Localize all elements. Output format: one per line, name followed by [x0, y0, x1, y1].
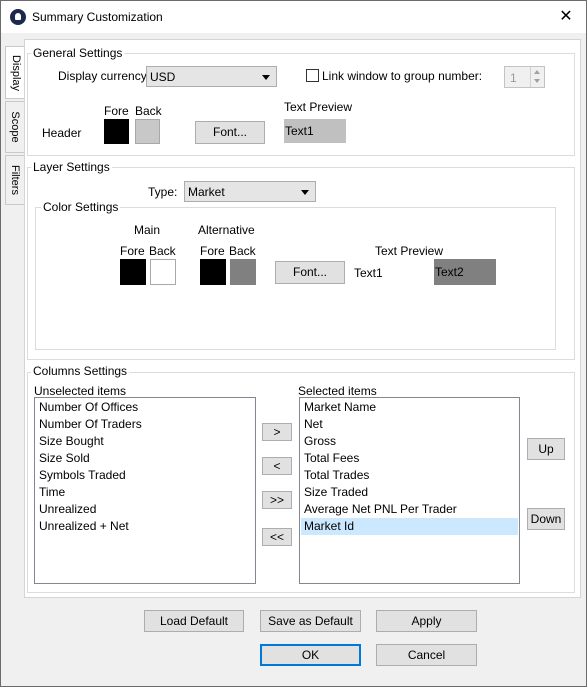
layer-type-value: Market: [188, 185, 225, 199]
layer-preview-text1: Text1: [354, 266, 383, 280]
load-default-button[interactable]: Load Default: [144, 610, 244, 632]
layer-type-select[interactable]: Market: [184, 181, 316, 202]
main-fore-label: Fore: [120, 244, 145, 258]
selected-list-item[interactable]: Size Traded: [304, 484, 368, 501]
chevron-down-icon: [301, 190, 309, 195]
selected-list-item[interactable]: Average Net PNL Per Trader: [304, 501, 457, 518]
group-number-value: 1: [510, 71, 517, 85]
tab-filters-label: Filters: [9, 165, 21, 195]
spin-up-icon[interactable]: [534, 70, 540, 74]
general-settings-label: General Settings: [31, 46, 125, 60]
group-number-spinner[interactable]: 1: [504, 66, 545, 88]
tab-scope[interactable]: Scope: [5, 101, 25, 153]
selected-list-item[interactable]: Market Name: [304, 399, 376, 416]
selected-list-item[interactable]: Market Id: [301, 518, 518, 535]
color-settings-label: Color Settings: [41, 200, 121, 214]
tab-display-label: Display: [9, 54, 22, 91]
main-back-label: Back: [149, 244, 176, 258]
unselected-list-item[interactable]: Size Sold: [39, 450, 90, 467]
layer-type-label: Type:: [148, 185, 178, 199]
header-text-preview-label: Text Preview: [284, 100, 353, 114]
close-icon[interactable]: ✕: [554, 5, 578, 29]
move-right-button[interactable]: >: [262, 423, 292, 441]
tab-display[interactable]: Display: [5, 46, 25, 99]
apply-button[interactable]: Apply: [376, 610, 477, 632]
link-window-label: Link window to group number:: [322, 69, 483, 83]
unselected-list-item[interactable]: Unrealized: [39, 501, 96, 518]
dialog-window: Summary Customization ✕ Display Scope Fi…: [0, 0, 587, 687]
cancel-button[interactable]: Cancel: [376, 644, 477, 666]
unselected-list-item[interactable]: Size Bought: [39, 433, 104, 450]
chevron-down-icon: [262, 75, 270, 80]
unselected-list-item[interactable]: Time: [39, 484, 65, 501]
save-as-default-button[interactable]: Save as Default: [260, 610, 361, 632]
selected-list-item[interactable]: Total Fees: [304, 450, 359, 467]
unselected-items-label: Unselected items: [34, 384, 127, 398]
main-colors-label: Main: [134, 223, 161, 237]
display-currency-label: Display currency:: [58, 69, 151, 83]
layer-font-button[interactable]: Font...: [275, 261, 345, 284]
layer-preview-text2: Text2: [434, 259, 496, 285]
selected-list-item[interactable]: Gross: [304, 433, 336, 450]
selected-list-item[interactable]: Net: [304, 416, 323, 433]
selected-items-label: Selected items: [298, 384, 377, 398]
header-font-button[interactable]: Font...: [195, 121, 265, 144]
unselected-list-item[interactable]: Unrealized + Net: [39, 518, 129, 535]
display-currency-select[interactable]: USD: [146, 66, 277, 87]
selected-list-item[interactable]: Total Trades: [304, 467, 369, 484]
layer-text-preview-label: Text Preview: [375, 244, 444, 258]
unselected-list-item[interactable]: Symbols Traded: [39, 467, 126, 484]
alternative-colors-label: Alternative: [198, 223, 255, 237]
alt-back-label: Back: [229, 244, 256, 258]
columns-settings-label: Columns Settings: [31, 364, 130, 378]
link-window-checkbox[interactable]: [306, 69, 319, 82]
tab-scope-label: Scope: [9, 111, 21, 143]
header-row-label: Header: [42, 126, 82, 140]
layer-settings-label: Layer Settings: [31, 160, 112, 174]
alt-fore-label: Fore: [200, 244, 225, 258]
unselected-list-item[interactable]: Number Of Offices: [39, 399, 138, 416]
header-fore-label: Fore: [104, 104, 129, 118]
alt-back-color-swatch[interactable]: [230, 259, 256, 285]
move-down-button[interactable]: Down: [527, 508, 565, 530]
header-text-preview: Text1: [284, 119, 346, 143]
move-up-button[interactable]: Up: [527, 438, 565, 460]
move-left-button[interactable]: <: [262, 457, 292, 475]
window-title: Summary Customization: [32, 10, 163, 24]
display-currency-value: USD: [150, 70, 176, 84]
move-all-left-button[interactable]: <<: [262, 528, 292, 546]
selected-items-list[interactable]: Market Name Net Gross Total Fees Total Trade…: [299, 397, 520, 584]
move-all-right-button[interactable]: >>: [262, 491, 292, 509]
header-fore-color-swatch[interactable]: [104, 119, 129, 144]
main-back-color-swatch[interactable]: [150, 259, 176, 285]
app-logo-icon: [10, 9, 26, 25]
spinner-buttons[interactable]: [530, 67, 544, 87]
header-back-label: Back: [135, 104, 162, 118]
alt-fore-color-swatch[interactable]: [200, 259, 226, 285]
title-bar: Summary Customization ✕: [1, 1, 586, 33]
main-fore-color-swatch[interactable]: [120, 259, 146, 285]
header-back-color-swatch[interactable]: [135, 119, 160, 144]
unselected-items-list[interactable]: Number Of Offices Number Of Traders Size B…: [34, 397, 256, 584]
ok-button[interactable]: OK: [260, 644, 361, 666]
spin-down-icon[interactable]: [534, 79, 540, 83]
tab-filters[interactable]: Filters: [5, 155, 25, 205]
unselected-list-item[interactable]: Number Of Traders: [39, 416, 142, 433]
